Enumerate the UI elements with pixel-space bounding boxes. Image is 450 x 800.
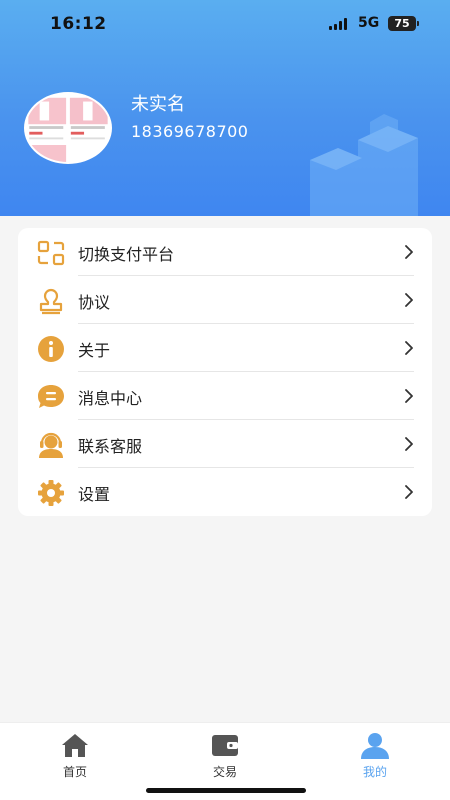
buildings-illustration [310,114,418,216]
agreement-icon [36,287,66,315]
avatar-image [26,94,110,162]
user-name: 未实名 [131,94,185,115]
status-bar: 16:12 5G 75 [0,0,450,48]
menu-label: 联系客服 [78,437,143,456]
menu-item-settings[interactable]: 设置 [18,468,432,516]
chevron-right-icon [405,293,413,307]
gear-icon [36,479,66,507]
avatar[interactable] [24,92,112,164]
chevron-right-icon [405,485,413,499]
chevron-right-icon [405,245,413,259]
menu-label: 设置 [78,485,111,504]
status-time: 16:12 [50,14,107,34]
message-icon [36,383,66,411]
menu-item-switch-payment-platform[interactable]: 切换支付平台 [18,228,432,276]
wallet-icon [210,731,240,759]
signal-icon [329,18,351,30]
menu-label: 关于 [78,341,111,360]
user-icon [360,731,390,759]
home-indicator [146,788,306,793]
battery-indicator: 75 [388,16,419,31]
chevron-right-icon [405,437,413,451]
profile-header: 16:12 5G 75 未实名 18369678700 [0,0,450,216]
user-phone: 18369678700 [131,122,249,141]
menu-item-customer-service[interactable]: 联系客服 [18,420,432,468]
home-icon [60,731,90,759]
customer-service-icon [36,431,66,459]
menu-item-about[interactable]: 关于 [18,324,432,372]
menu-item-agreement[interactable]: 协议 [18,276,432,324]
tab-label: 我的 [362,765,387,779]
info-icon [36,335,66,363]
menu-label: 消息中心 [78,389,143,408]
menu-label: 切换支付平台 [78,245,175,264]
tab-trade[interactable]: 交易 [150,723,300,787]
tab-home[interactable]: 首页 [0,723,150,787]
tab-mine[interactable]: 我的 [300,723,450,787]
menu-label: 协议 [78,293,111,312]
menu-list: 切换支付平台 协议 关于 消息中心 联系客服 设置 [18,228,432,516]
network-type: 5G [358,15,380,31]
switch-platform-icon [36,239,66,267]
tab-label: 首页 [62,765,87,779]
chevron-right-icon [405,389,413,403]
chevron-right-icon [405,341,413,355]
menu-item-message-center[interactable]: 消息中心 [18,372,432,420]
tab-label: 交易 [212,765,237,779]
